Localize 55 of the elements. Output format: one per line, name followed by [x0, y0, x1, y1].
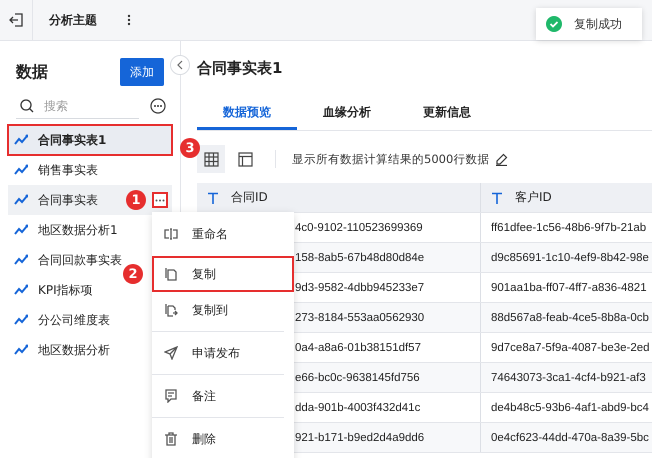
search-input[interactable]: 搜索 — [42, 98, 122, 114]
tab[interactable]: 更新信息 — [397, 97, 497, 130]
add-button[interactable]: 添加 — [120, 58, 164, 86]
collapse-button[interactable] — [170, 55, 190, 75]
search-field[interactable]: 搜索 — [16, 93, 139, 119]
grid-icon — [204, 152, 218, 166]
edit-icon[interactable] — [495, 152, 508, 166]
toast-message: 复制成功 — [574, 16, 622, 32]
chevron-left-icon — [177, 60, 183, 70]
send-icon — [164, 346, 178, 360]
chart-line-icon — [14, 314, 28, 326]
exit-icon[interactable] — [9, 13, 23, 27]
search-icon — [20, 98, 34, 112]
chart-line-icon — [14, 194, 28, 206]
table-cell-text: d9c85691-1c10-4ef9-8b42-98e — [490, 250, 650, 266]
layout-icon — [238, 152, 252, 166]
sidebar-item[interactable]: 销售事实表 — [8, 155, 172, 185]
chart-line-icon — [14, 254, 28, 266]
success-check-icon — [546, 16, 562, 32]
text-type-icon — [207, 192, 219, 204]
note-icon — [164, 389, 178, 403]
text-type-icon — [491, 192, 503, 204]
sidebar-item[interactable]: 合同事实表 1 — [8, 185, 172, 215]
tab[interactable]: 数据预览 — [197, 97, 297, 130]
table-cell-text: ff61dfee-1c56-48b6-9f7b-21ab — [490, 220, 648, 236]
chart-line-icon — [14, 284, 28, 296]
chart-line-icon — [14, 134, 28, 146]
tab[interactable]: 血缘分析 — [297, 97, 397, 130]
trash-icon — [164, 432, 178, 446]
callout-badge: 2 — [123, 264, 143, 284]
sidebar-heading: 数据 — [16, 62, 48, 82]
table-cell-text: 901aa1ba-ff07-4ff7-a836-4821 — [490, 280, 648, 296]
chart-line-icon — [14, 164, 28, 176]
more-options-icon[interactable] — [150, 98, 166, 114]
more-button[interactable] — [152, 192, 168, 208]
table-cell-text: 9d7ce8a7-5f9a-4087-be3e-2ed — [490, 340, 651, 356]
chart-line-icon — [14, 344, 28, 356]
topbar-title: 分析主题 — [49, 12, 97, 28]
row-count-note: 显示所有数据计算结果的5000行数据 — [292, 152, 490, 166]
table-cell-text: 0e4cf623-44dd-470a-8a39-5bc — [490, 430, 650, 446]
copy-icon — [164, 267, 178, 281]
ellipsis-icon — [155, 198, 165, 202]
sidebar-item[interactable]: 合同事实表1 — [8, 125, 172, 155]
kebab-menu-icon[interactable] — [127, 14, 131, 26]
view-toggle-button[interactable] — [197, 145, 225, 173]
table-cell-text: de4b48c5-93b6-4af1-abd9-bc4 — [490, 400, 650, 416]
table-cell-text: 74643073-3ca1-4cf4-b921-af3 — [490, 370, 647, 386]
rename-icon — [164, 227, 178, 241]
table-cell-text: 88d567a8-feab-4ce5-8b8a-0cb — [490, 310, 650, 326]
copy-to-icon — [164, 303, 178, 317]
page-title: 合同事实表1 — [197, 59, 284, 79]
callout-badge: 1 — [126, 190, 146, 210]
chart-line-icon — [14, 224, 28, 236]
callout-badge: 3 — [180, 138, 200, 158]
column-header: 客户ID — [481, 183, 652, 212]
